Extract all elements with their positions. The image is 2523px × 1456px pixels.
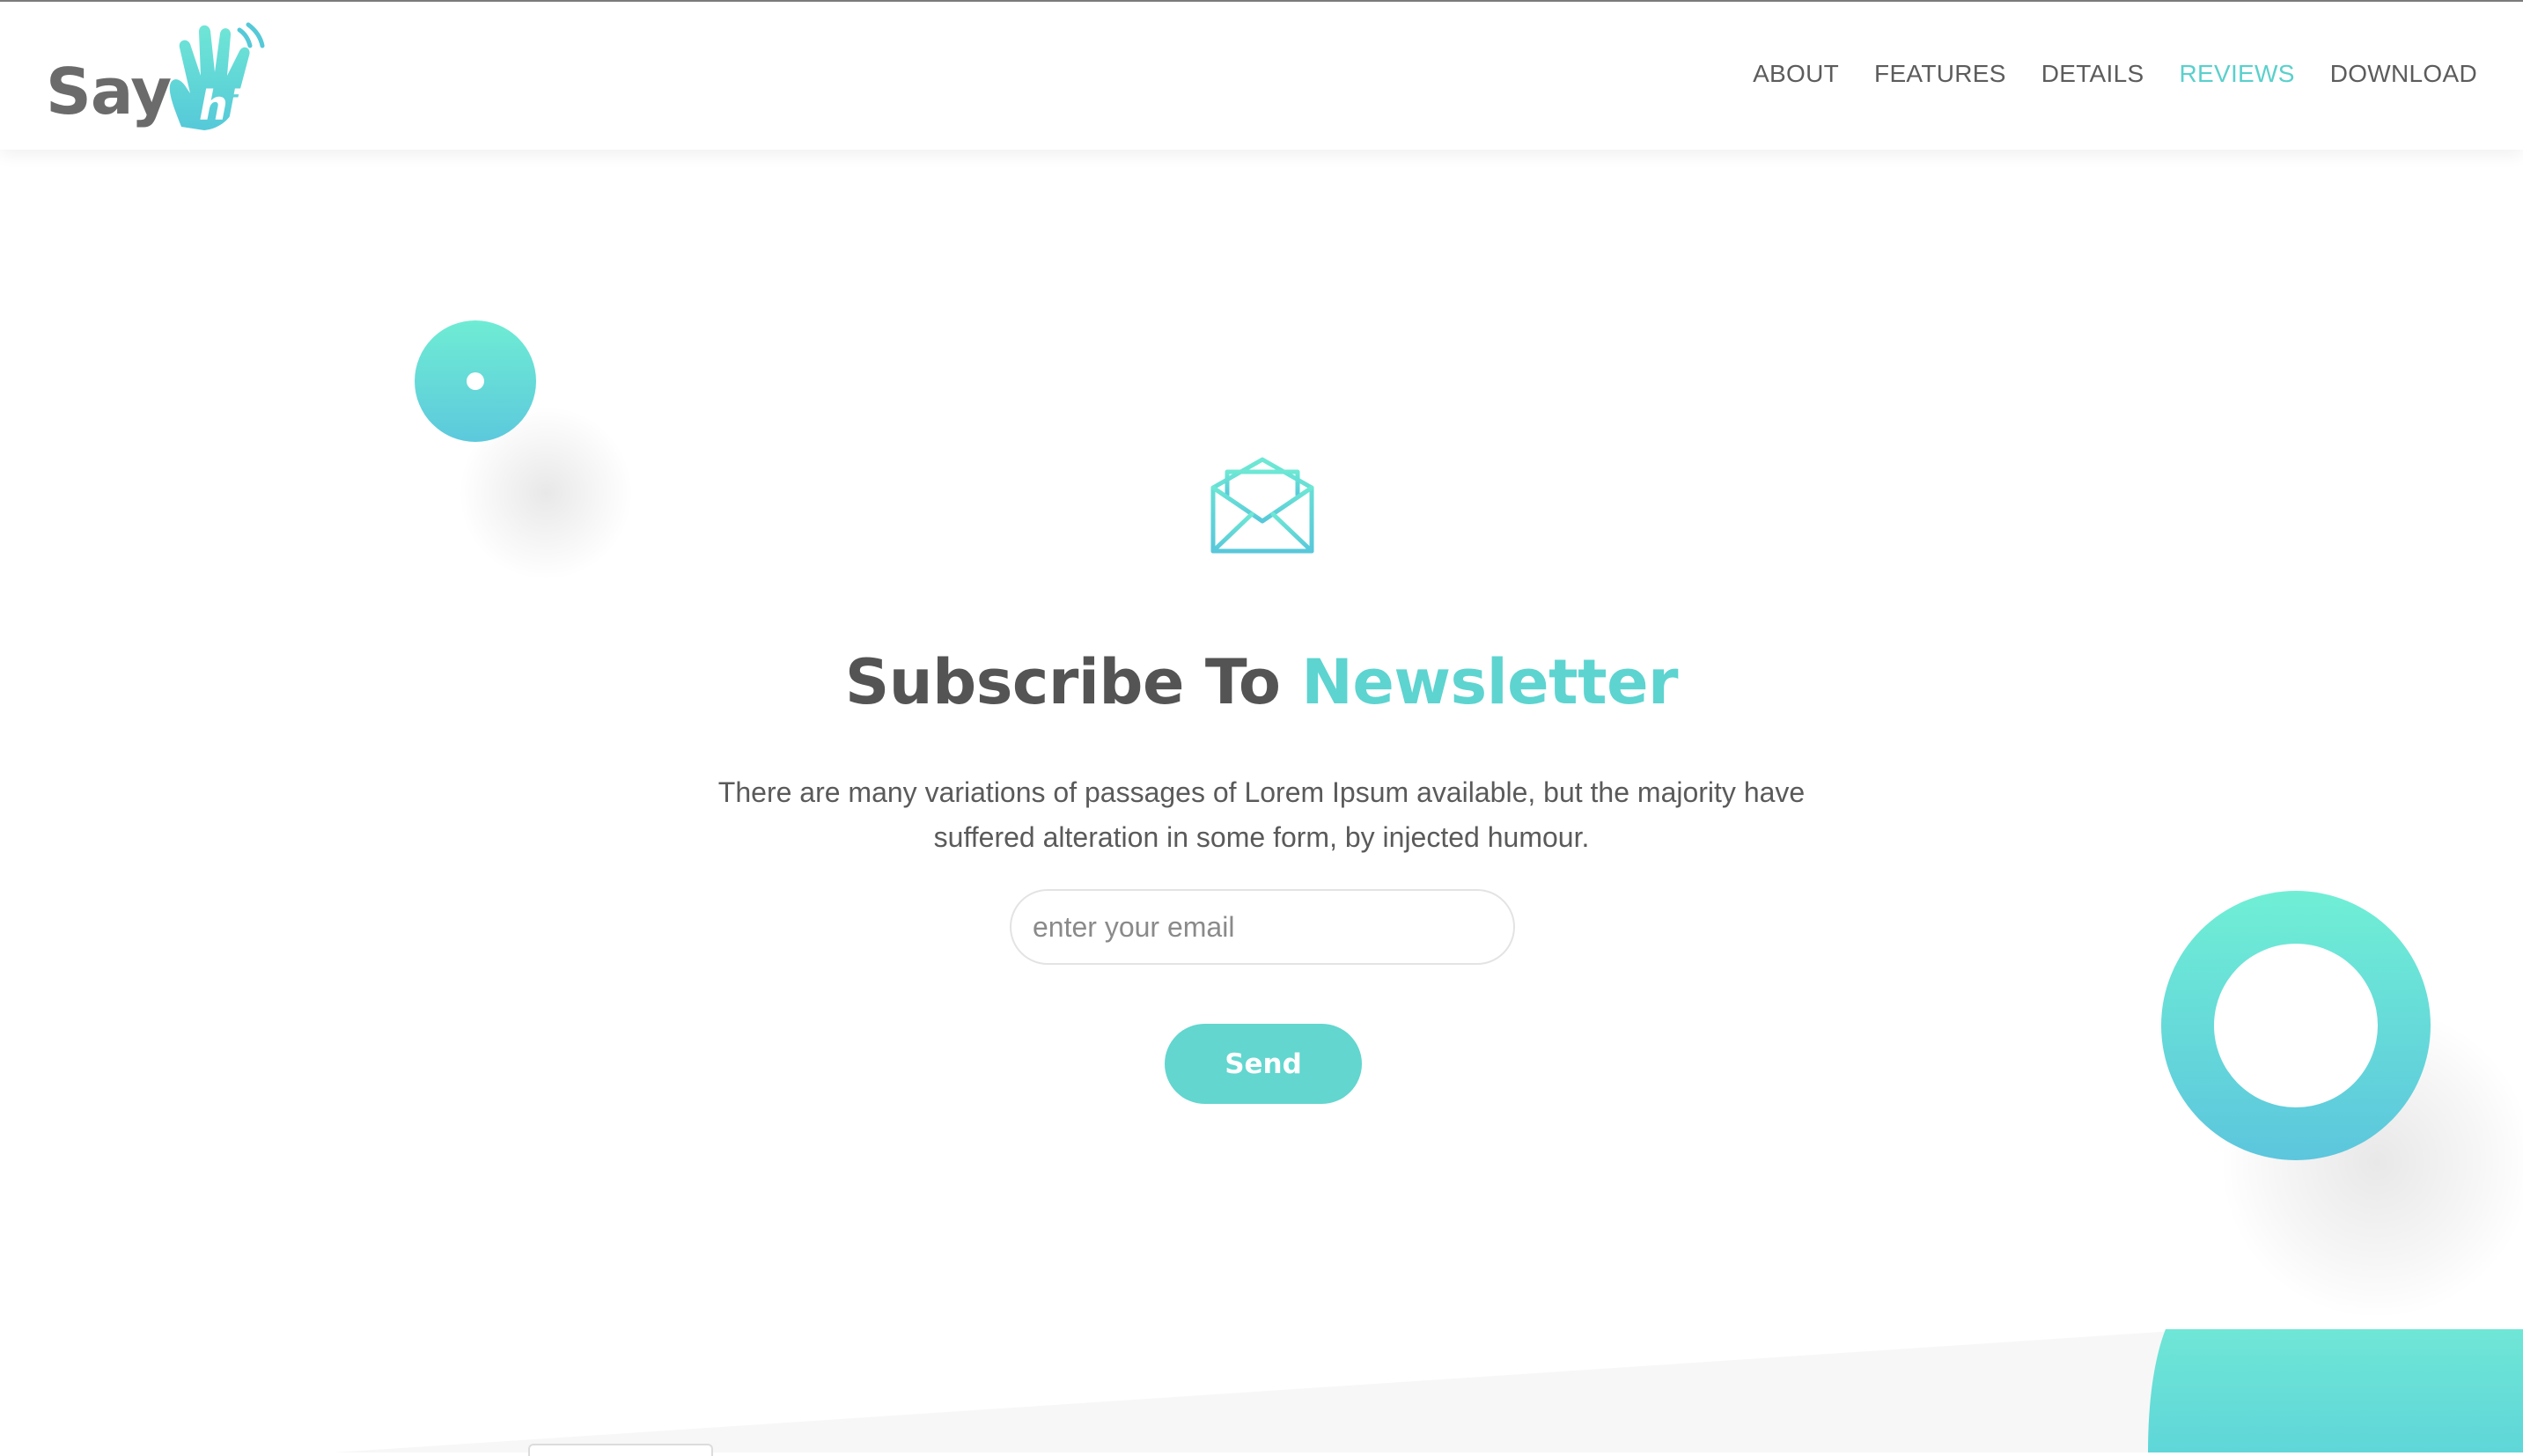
main-nav: ABOUT FEATURES DETAILS REVIEWS DOWNLOAD [1753,62,2477,86]
newsletter-title: Subscribe To Newsletter [0,651,2523,713]
title-lead: Subscribe To [844,645,1302,718]
nav-about[interactable]: ABOUT [1753,62,1839,86]
newsletter-description: There are many variations of passages of… [717,776,1806,853]
nav-details[interactable]: DETAILS [2041,62,2144,86]
logo-hi-text: hi [199,82,242,129]
newsletter-section: Subscribe To Newsletter There are many v… [0,0,2523,1452]
nav-reviews[interactable]: REVIEWS [2179,62,2294,86]
nav-features[interactable]: FEATURES [1874,62,2006,86]
site-header: Say hi ABOUT FEATURES DETAILS REVIEWS DO… [0,2,2523,150]
send-button[interactable]: Send [1165,1024,1362,1104]
logo-say-text: Say [46,55,172,129]
email-input[interactable] [1010,889,1515,965]
nav-download[interactable]: DOWNLOAD [2330,62,2477,86]
title-accent: Newsletter [1301,645,1679,718]
envelope-icon [1210,457,1314,554]
logo[interactable]: Say hi [42,21,271,136]
